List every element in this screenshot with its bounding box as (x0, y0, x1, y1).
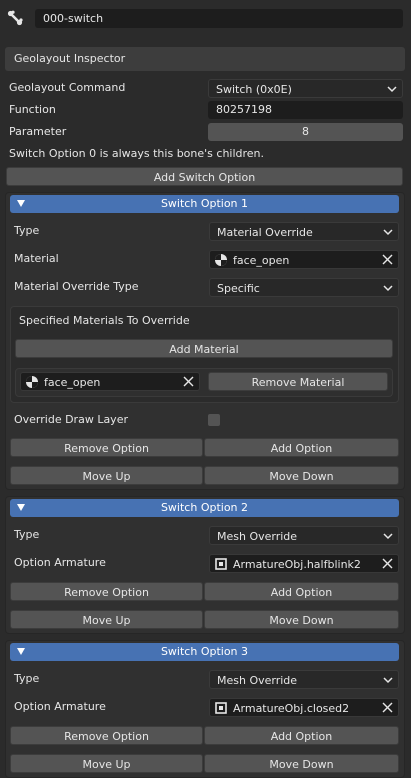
function-label: Function (9, 103, 56, 116)
switch-option-2-title: Switch Option 2 (160, 501, 249, 514)
override-draw-layer-label: Override Draw Layer (14, 413, 128, 426)
inspector-title: Geolayout Inspector (14, 52, 126, 65)
option3-move-up-button[interactable]: Move Up (10, 754, 203, 773)
option1-remove-option-button[interactable]: Remove Option (10, 438, 203, 457)
option3-armature-value: ArmatureObj.closed2 (233, 702, 350, 715)
function-field[interactable]: 80257198 (208, 101, 403, 119)
option3-armature-label: Option Armature (14, 700, 106, 713)
specified-material-value: face_open (44, 376, 101, 389)
chevron-down-icon (383, 533, 393, 540)
option1-move-up-button[interactable]: Move Up (10, 466, 203, 485)
close-icon[interactable] (183, 376, 194, 387)
option1-material-label: Material (14, 252, 59, 265)
bone-icon (7, 10, 23, 26)
option3-remove-option-button[interactable]: Remove Option (10, 726, 203, 745)
option2-move-up-button[interactable]: Move Up (10, 610, 203, 629)
switch-option-3-title: Switch Option 3 (160, 645, 249, 658)
collapse-triangle-icon (17, 200, 25, 207)
option1-override-type-label: Material Override Type (14, 280, 139, 293)
option1-add-option-button[interactable]: Add Option (204, 438, 399, 457)
object-icon (215, 558, 227, 570)
option1-material-value: face_open (233, 254, 290, 267)
option3-armature-field[interactable]: ArmatureObj.closed2 (209, 698, 399, 717)
option1-material-field[interactable]: face_open (209, 250, 399, 269)
option3-type-value: Mesh Override (217, 674, 298, 687)
option2-type-label: Type (14, 528, 40, 541)
option2-type-dropdown[interactable]: Mesh Override (209, 526, 399, 545)
chevron-down-icon (387, 86, 397, 93)
material-icon (26, 376, 38, 388)
switch-option-note: Switch Option 0 is always this bone's ch… (9, 147, 265, 160)
option3-move-down-button[interactable]: Move Down (204, 754, 399, 773)
option2-add-option-button[interactable]: Add Option (204, 582, 399, 601)
option1-type-label: Type (14, 224, 40, 237)
close-icon[interactable] (382, 254, 393, 265)
close-icon[interactable] (382, 702, 393, 713)
material-icon (215, 254, 227, 266)
bone-name-field[interactable]: 000-switch (35, 9, 403, 28)
geolayout-command-value: Switch (0x0E) (216, 83, 292, 96)
remove-material-button[interactable]: Remove Material (208, 372, 388, 391)
geolayout-command-dropdown[interactable]: Switch (0x0E) (208, 79, 403, 98)
geolayout-command-label: Geolayout Command (9, 81, 126, 94)
chevron-down-icon (383, 677, 393, 684)
object-icon (215, 702, 227, 714)
option1-type-dropdown[interactable]: Material Override (209, 222, 399, 241)
option1-override-type-dropdown[interactable]: Specific (209, 278, 399, 297)
override-draw-layer-checkbox[interactable] (208, 414, 220, 426)
collapse-triangle-icon (17, 648, 25, 655)
add-material-button[interactable]: Add Material (15, 339, 393, 358)
switch-option-2-header[interactable]: Switch Option 2 (10, 499, 399, 517)
option3-type-label: Type (14, 672, 40, 685)
option3-add-option-button[interactable]: Add Option (204, 726, 399, 745)
option3-type-dropdown[interactable]: Mesh Override (209, 670, 399, 689)
close-icon[interactable] (382, 558, 393, 569)
collapse-triangle-icon (17, 504, 25, 511)
specified-material-field[interactable]: face_open (20, 372, 200, 391)
chevron-down-icon (383, 285, 393, 292)
option2-armature-label: Option Armature (14, 556, 106, 569)
chevron-down-icon (383, 229, 393, 236)
option1-move-down-button[interactable]: Move Down (204, 466, 399, 485)
option2-move-down-button[interactable]: Move Down (204, 610, 399, 629)
switch-option-1-header[interactable]: Switch Option 1 (10, 195, 399, 213)
parameter-label: Parameter (9, 125, 67, 138)
switch-option-3-header[interactable]: Switch Option 3 (10, 643, 399, 661)
option2-type-value: Mesh Override (217, 530, 298, 543)
switch-option-1-title: Switch Option 1 (160, 197, 249, 210)
option2-armature-field[interactable]: ArmatureObj.halfblink2 (209, 554, 399, 573)
option2-armature-value: ArmatureObj.halfblink2 (233, 558, 361, 571)
option2-remove-option-button[interactable]: Remove Option (10, 582, 203, 601)
add-switch-option-button[interactable]: Add Switch Option (6, 167, 403, 186)
option1-override-type-value: Specific (217, 282, 260, 295)
option1-type-value: Material Override (217, 226, 313, 239)
specified-materials-title: Specified Materials To Override (19, 314, 190, 327)
parameter-field[interactable]: 8 (208, 123, 403, 141)
